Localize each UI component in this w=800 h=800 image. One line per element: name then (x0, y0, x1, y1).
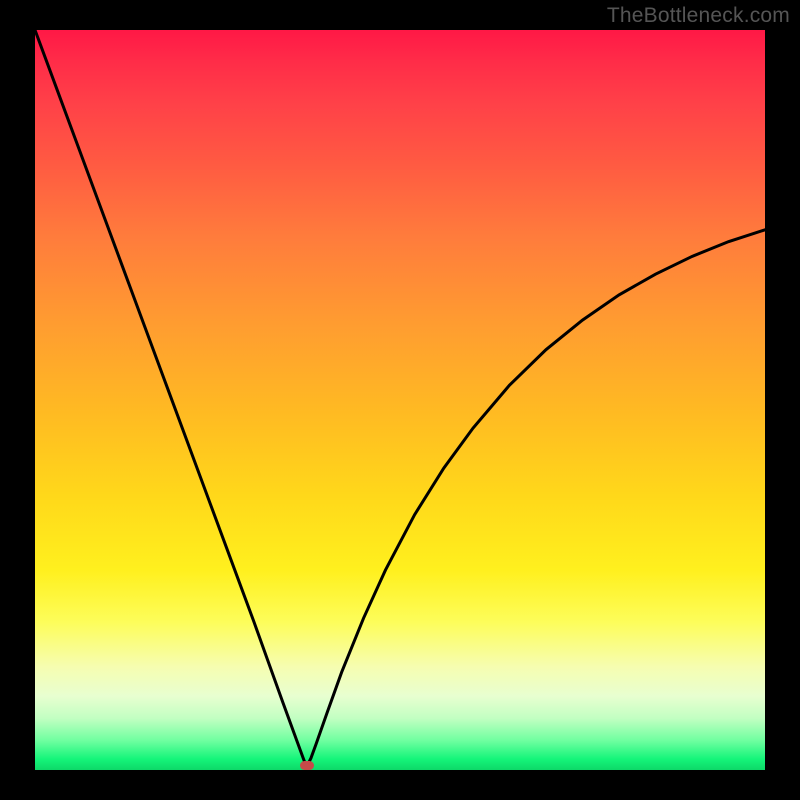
optimal-point-marker (300, 761, 314, 770)
bottleneck-curve (35, 30, 765, 770)
chart-container: TheBottleneck.com (0, 0, 800, 800)
plot-area (35, 30, 765, 770)
watermark-text: TheBottleneck.com (607, 4, 790, 28)
